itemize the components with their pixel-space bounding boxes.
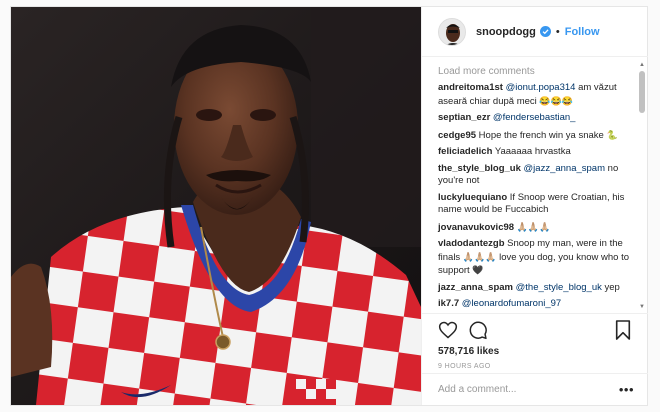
- add-comment-input[interactable]: [438, 384, 619, 395]
- page-background: snoopdogg • Follow Load more comments an…: [0, 0, 660, 412]
- comment-emoji: 🐍: [606, 129, 618, 140]
- comment-item: septian_ezr @fendersebastian_: [438, 112, 634, 125]
- comment-username[interactable]: septian_ezr: [438, 112, 490, 123]
- comment-item: jovanavukovic98 🙏🏼🙏🏼🙏🏼: [438, 221, 634, 235]
- comment-username[interactable]: jazz_anna_spam: [438, 282, 513, 293]
- comment-mention[interactable]: @ionut.popa314: [506, 82, 576, 93]
- avatar-image: [439, 18, 465, 45]
- comment-emoji: 🙏🏼🙏🏼🙏🏼: [516, 221, 551, 232]
- comment-username[interactable]: cedge95: [438, 130, 476, 141]
- comment-item: luckyluequiano If Snoop were Croatian, h…: [438, 192, 634, 217]
- comment-mention[interactable]: @leonardofumaroni_97: [462, 298, 561, 309]
- post-photo[interactable]: [11, 7, 421, 405]
- add-comment-bar: •••: [422, 373, 648, 405]
- username-link[interactable]: snoopdogg: [476, 26, 536, 38]
- post-image: [11, 7, 421, 405]
- comments-scrollbar[interactable]: ▲ ▼: [638, 61, 646, 311]
- header-separator: •: [555, 25, 560, 38]
- heart-icon[interactable]: [438, 320, 458, 340]
- action-icons-row: [438, 314, 634, 346]
- comment-mention[interactable]: @jazz_anna_spam: [524, 163, 605, 174]
- scroll-down-arrow-icon[interactable]: ▼: [638, 303, 646, 311]
- comment-mention[interactable]: @fendersebastian_: [493, 112, 576, 123]
- comment-mention[interactable]: @the_style_blog_uk: [516, 282, 602, 293]
- post-sidebar: snoopdogg • Follow Load more comments an…: [421, 7, 648, 405]
- comment-emoji: 🙏🏼🙏🏼🙏🏼: [462, 251, 497, 262]
- comment-item: vladodantezgb Snoop my man, were in the …: [438, 238, 634, 278]
- bookmark-icon[interactable]: [614, 320, 632, 340]
- load-more-comments-button[interactable]: Load more comments: [438, 66, 634, 77]
- comment-username[interactable]: jovanavukovic98: [438, 222, 514, 233]
- comment-username[interactable]: vladodantezgb: [438, 238, 505, 249]
- comments-list[interactable]: Load more comments andreitoma1st @ionut.…: [422, 58, 648, 312]
- comment-username[interactable]: luckyluequiano: [438, 192, 507, 203]
- post-header: snoopdogg • Follow: [422, 7, 648, 57]
- comment-text: Yaaaaaa hrvastka: [494, 146, 571, 157]
- comment-item: andreitoma1st @ionut.popa314 am văzut as…: [438, 82, 634, 108]
- comment-username[interactable]: andreitoma1st: [438, 82, 503, 93]
- likes-count[interactable]: 578,716 likes: [438, 346, 634, 357]
- post-timestamp[interactable]: 9 HOURS AGO: [438, 363, 634, 370]
- post-card: snoopdogg • Follow Load more comments an…: [10, 6, 648, 406]
- comment-item: feliciadelich Yaaaaaa hrvastka: [438, 146, 634, 159]
- comment-item: ik7.7 @leonardofumaroni_97: [438, 298, 634, 311]
- comment-item: the_style_blog_uk @jazz_anna_spam no you…: [438, 163, 634, 188]
- follow-button[interactable]: Follow: [565, 26, 600, 38]
- user-avatar[interactable]: [438, 17, 466, 46]
- comment-emoji-heart: 🖤: [472, 265, 484, 275]
- comment-username[interactable]: the_style_blog_uk: [438, 163, 521, 174]
- scrollbar-thumb[interactable]: [639, 71, 645, 113]
- comment-icon[interactable]: [468, 320, 488, 340]
- comment-emoji: 😂😂😂: [539, 95, 574, 106]
- scroll-up-arrow-icon[interactable]: ▲: [638, 61, 646, 69]
- comment-username[interactable]: ik7.7: [438, 298, 459, 309]
- comment-text: yep: [601, 281, 620, 293]
- comment-item: cedge95 Hope the french win ya snake 🐍: [438, 129, 634, 143]
- comment-username[interactable]: feliciadelich: [438, 146, 492, 157]
- comment-text: Hope the french win ya snake: [478, 129, 607, 141]
- verified-badge-icon: [539, 26, 551, 37]
- more-options-icon[interactable]: •••: [619, 382, 634, 397]
- comment-item: jazz_anna_spam @the_style_blog_uk yep: [438, 282, 634, 295]
